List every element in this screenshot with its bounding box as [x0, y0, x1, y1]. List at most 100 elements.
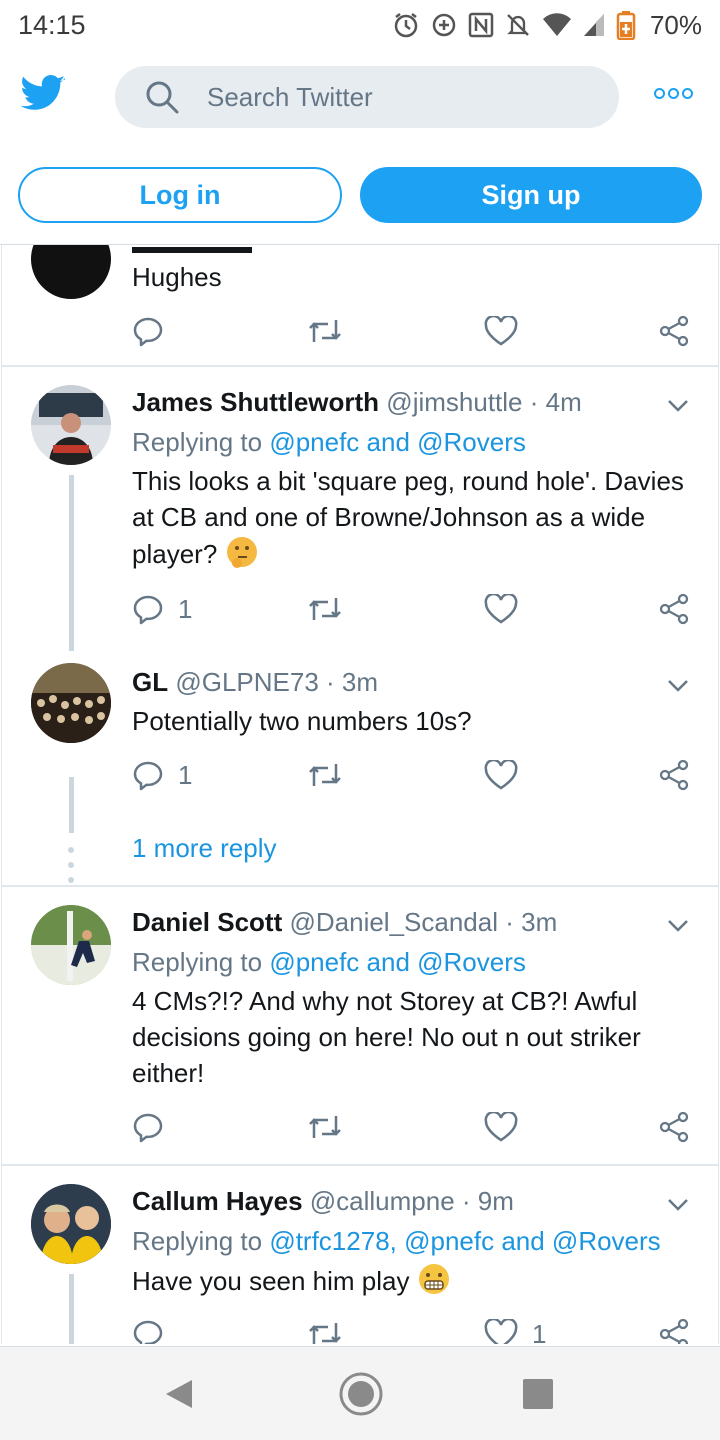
- login-button[interactable]: Log in: [18, 167, 342, 223]
- replying-to-links[interactable]: @pnefc and @Rovers: [269, 947, 526, 977]
- search-input[interactable]: Search Twitter: [115, 66, 619, 128]
- replying-to-label: Replying to: [132, 427, 270, 457]
- auth-row: Log in Sign up: [0, 166, 720, 224]
- alarm-icon: [392, 11, 420, 39]
- retweet-icon: [309, 764, 341, 786]
- share-button[interactable]: [658, 1316, 690, 1344]
- like-button[interactable]: [484, 313, 518, 349]
- tweet[interactable]: GL @GLPNE73 · 3m Potentially two numbers…: [2, 647, 718, 883]
- replying-to-links[interactable]: @trfc1278, @pnefc and @Rovers: [269, 1226, 660, 1256]
- tweet-time[interactable]: · 9m: [462, 1186, 514, 1216]
- share-button[interactable]: [658, 591, 690, 627]
- chevron-down-icon[interactable]: [666, 917, 690, 933]
- retweet-icon: [309, 320, 341, 342]
- share-icon: [659, 315, 689, 347]
- share-icon: [659, 759, 689, 791]
- avatar[interactable]: [31, 905, 111, 985]
- avatar[interactable]: [31, 1184, 111, 1264]
- reply-count: 1: [178, 759, 193, 790]
- tweet-text-body: Have you seen him play: [132, 1266, 410, 1296]
- tweet-actions: 1: [132, 757, 692, 797]
- reply-button[interactable]: [132, 313, 164, 349]
- retweet-button[interactable]: [306, 1316, 344, 1344]
- avatar[interactable]: [31, 663, 111, 743]
- author-name[interactable]: Daniel Scott: [132, 907, 282, 937]
- thinking-face-emoji: [225, 535, 259, 569]
- tweet[interactable]: Daniel Scott @Daniel_Scandal · 3m Replyi…: [2, 887, 718, 1165]
- back-icon[interactable]: [164, 1378, 194, 1415]
- reply-icon: [133, 317, 163, 347]
- status-time: 14:15: [18, 9, 86, 40]
- reply-button[interactable]: 1: [132, 591, 192, 627]
- mute-icon: [504, 11, 532, 39]
- share-icon: [659, 1318, 689, 1344]
- tweet[interactable]: Hughes: [2, 245, 718, 365]
- replying-to: Replying to @pnefc and @Rovers: [132, 947, 526, 978]
- reply-button[interactable]: 1: [132, 757, 192, 793]
- like-button[interactable]: [484, 757, 518, 793]
- like-button[interactable]: [484, 1109, 518, 1145]
- tweet-header: James Shuttleworth @jimshuttle · 4m: [132, 387, 582, 418]
- like-count: 1: [532, 1318, 547, 1345]
- reply-count: 1: [178, 593, 193, 624]
- search-placeholder: Search Twitter: [207, 81, 373, 112]
- home-icon[interactable]: [338, 1371, 384, 1422]
- retweet-icon: [309, 1116, 341, 1138]
- reply-button[interactable]: [132, 1109, 164, 1145]
- tweet-time[interactable]: · 3m: [326, 667, 378, 697]
- share-button[interactable]: [658, 313, 690, 349]
- retweet-icon: [309, 1323, 341, 1344]
- data-saver-icon: [430, 11, 458, 39]
- tweet-header: Callum Hayes @callumpne · 9m: [132, 1186, 514, 1217]
- retweet-icon: [309, 598, 341, 620]
- grimacing-face-emoji: [417, 1262, 451, 1296]
- retweet-button[interactable]: [306, 1109, 344, 1145]
- heart-icon: [484, 316, 518, 346]
- reply-icon: [133, 595, 163, 625]
- recent-apps-icon[interactable]: [523, 1379, 553, 1409]
- replying-to: Replying to @trfc1278, @pnefc and @Rover…: [132, 1226, 661, 1257]
- top-bar: Search Twitter: [0, 50, 720, 146]
- chevron-down-icon[interactable]: [666, 1196, 690, 1212]
- tweet-text: 4 CMs?!? And why not Storey at CB?! Awfu…: [132, 986, 641, 1088]
- system-nav-bar: [0, 1346, 720, 1440]
- author-handle[interactable]: @jimshuttle: [386, 387, 522, 417]
- nfc-icon: [468, 11, 494, 39]
- avatar[interactable]: [31, 385, 111, 465]
- chevron-down-icon[interactable]: [666, 397, 690, 413]
- share-button[interactable]: [658, 757, 690, 793]
- author-name[interactable]: Callum Hayes: [132, 1186, 303, 1216]
- tweet-time[interactable]: · 4m: [530, 387, 582, 417]
- tweet-header: Daniel Scott @Daniel_Scandal · 3m: [132, 907, 557, 938]
- thread-line: [69, 1274, 74, 1344]
- share-button[interactable]: [658, 1109, 690, 1145]
- chevron-down-icon[interactable]: [666, 677, 690, 693]
- tweet[interactable]: James Shuttleworth @jimshuttle · 4m Repl…: [2, 367, 718, 651]
- reply-icon: [133, 1320, 163, 1344]
- retweet-button[interactable]: [306, 313, 344, 349]
- more-options-icon[interactable]: [654, 88, 693, 99]
- twitter-bird-icon[interactable]: [20, 75, 66, 115]
- tweet-time[interactable]: · 3m: [505, 907, 557, 937]
- like-button[interactable]: 1: [484, 1316, 546, 1344]
- replying-to-links[interactable]: @pnefc and @Rovers: [269, 427, 526, 457]
- tweet[interactable]: Callum Hayes @callumpne · 9m Replying to…: [2, 1166, 718, 1344]
- retweet-button[interactable]: [306, 757, 344, 793]
- author-name[interactable]: James Shuttleworth: [132, 387, 379, 417]
- reply-icon: [133, 761, 163, 791]
- reply-button[interactable]: [132, 1316, 164, 1344]
- author-handle[interactable]: @callumpne: [310, 1186, 455, 1216]
- thread-line: [69, 475, 74, 651]
- author-handle[interactable]: @Daniel_Scandal: [289, 907, 498, 937]
- replies-feed: Hughes James Shuttleworth @jimshuttle · …: [0, 244, 720, 1344]
- avatar[interactable]: [31, 245, 111, 299]
- author-name[interactable]: GL: [132, 667, 168, 697]
- thread-line: [69, 777, 74, 833]
- signup-button[interactable]: Sign up: [360, 167, 702, 223]
- heart-icon: [484, 594, 518, 624]
- tweet-text-body: This looks a bit 'square peg, round hole…: [132, 466, 684, 569]
- retweet-button[interactable]: [306, 591, 344, 627]
- like-button[interactable]: [484, 591, 518, 627]
- more-replies-link[interactable]: 1 more reply: [132, 833, 277, 864]
- author-handle[interactable]: @GLPNE73: [175, 667, 318, 697]
